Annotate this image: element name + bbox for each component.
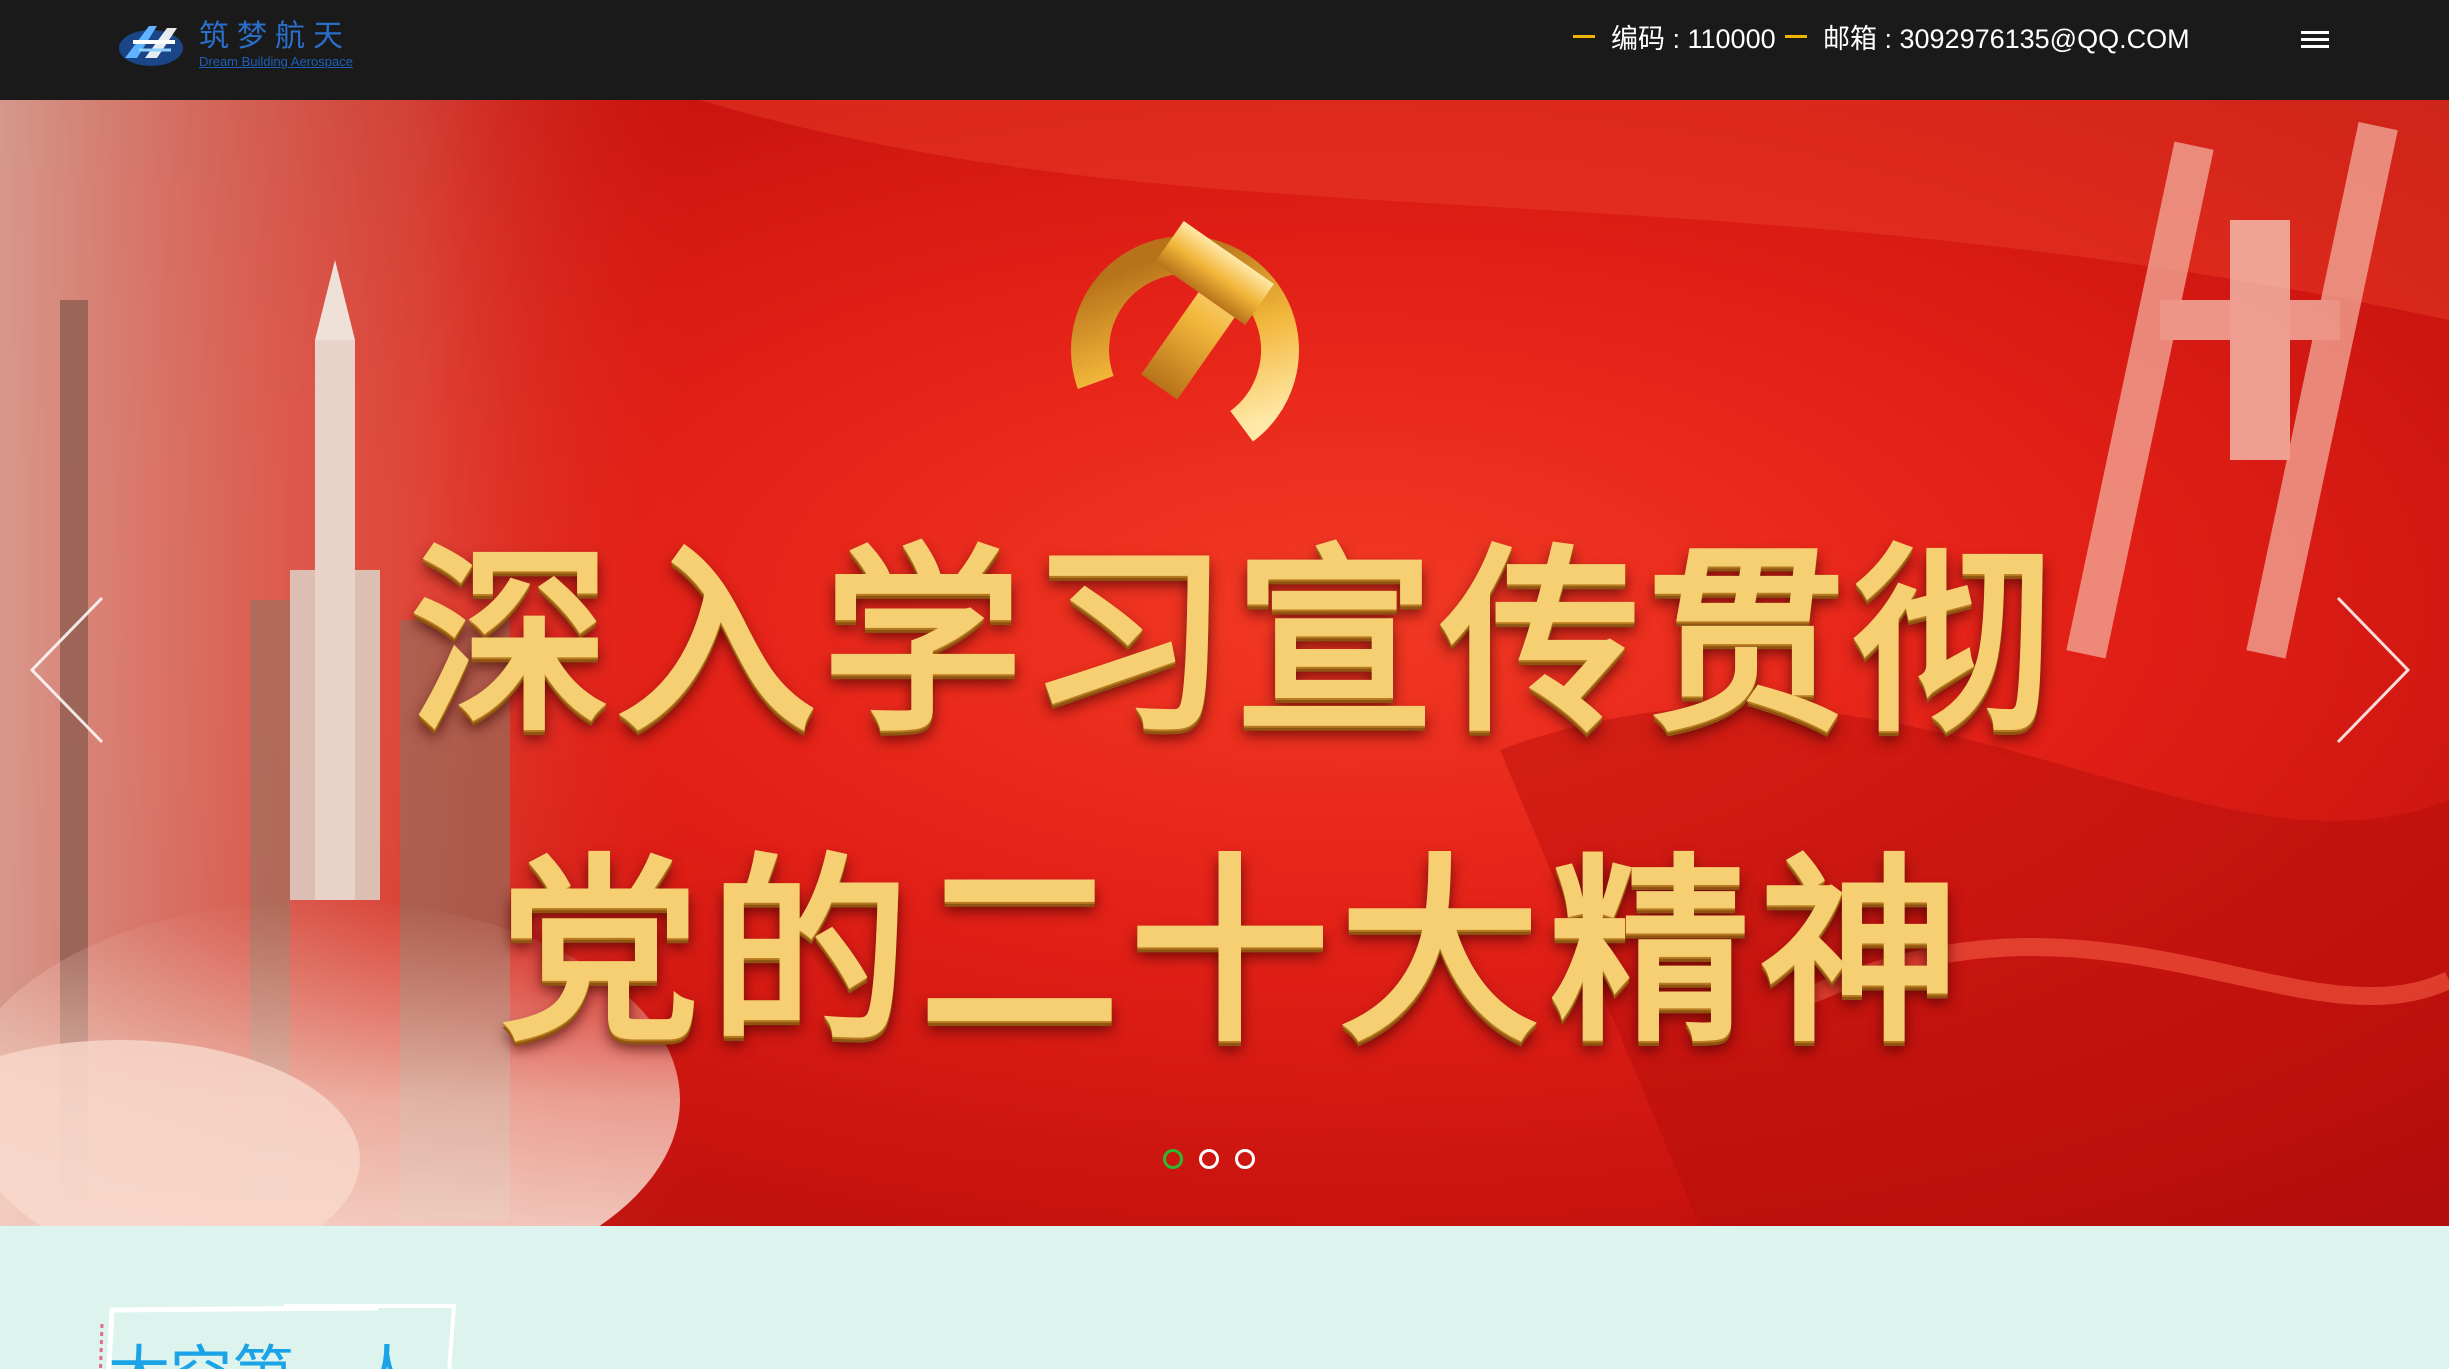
banner-slogan-line1: 深入学习宣传贯彻 <box>410 525 2059 760</box>
hamburger-menu-icon[interactable] <box>2290 26 2340 52</box>
site-logo[interactable]: 筑梦航天 Dream Building Aerospace <box>115 16 375 74</box>
hero-carousel[interactable]: 深入学习宣传贯彻 党的二十大精神 <box>0 100 2449 1226</box>
chevron-left-icon[interactable] <box>20 590 110 750</box>
carousel-dot-3[interactable] <box>1235 1149 1255 1169</box>
menu-bar <box>2301 44 2329 48</box>
contact-code-text: 编码 : 110000 <box>1611 23 1776 54</box>
site-header: 筑梦航天 Dream Building Aerospace 编码 : 11000… <box>0 0 2449 100</box>
contact-email: 邮箱 : 3092976135@QQ.COM <box>1785 16 2190 56</box>
accent-dash <box>1573 34 1595 38</box>
menu-bar <box>2301 30 2329 34</box>
logo-english-name: Dream Building Aerospace <box>199 54 353 69</box>
chevron-right-icon[interactable] <box>2330 590 2420 750</box>
accent-dash <box>1785 34 1807 38</box>
logo-chinese-name: 筑梦航天 <box>199 19 351 54</box>
content-section: 太空第一人 <box>0 1226 2449 1369</box>
carousel-dot-1[interactable] <box>1163 1149 1183 1169</box>
carousel-dot-2[interactable] <box>1199 1149 1219 1169</box>
carousel-indicators <box>1163 1149 1255 1169</box>
banner-slogan-line2: 党的二十大精神 <box>499 835 1970 1070</box>
rocket-logo-icon <box>119 26 183 66</box>
contact-code: 编码 : 110000 <box>1573 16 1776 56</box>
contact-email-text[interactable]: 邮箱 : 3092976135@QQ.COM <box>1823 17 2190 56</box>
logo-text: 筑梦航天 Dream Building Aerospace <box>199 20 353 70</box>
menu-bar <box>2301 37 2329 41</box>
section-title: 太空第一人 <box>108 1324 418 1369</box>
